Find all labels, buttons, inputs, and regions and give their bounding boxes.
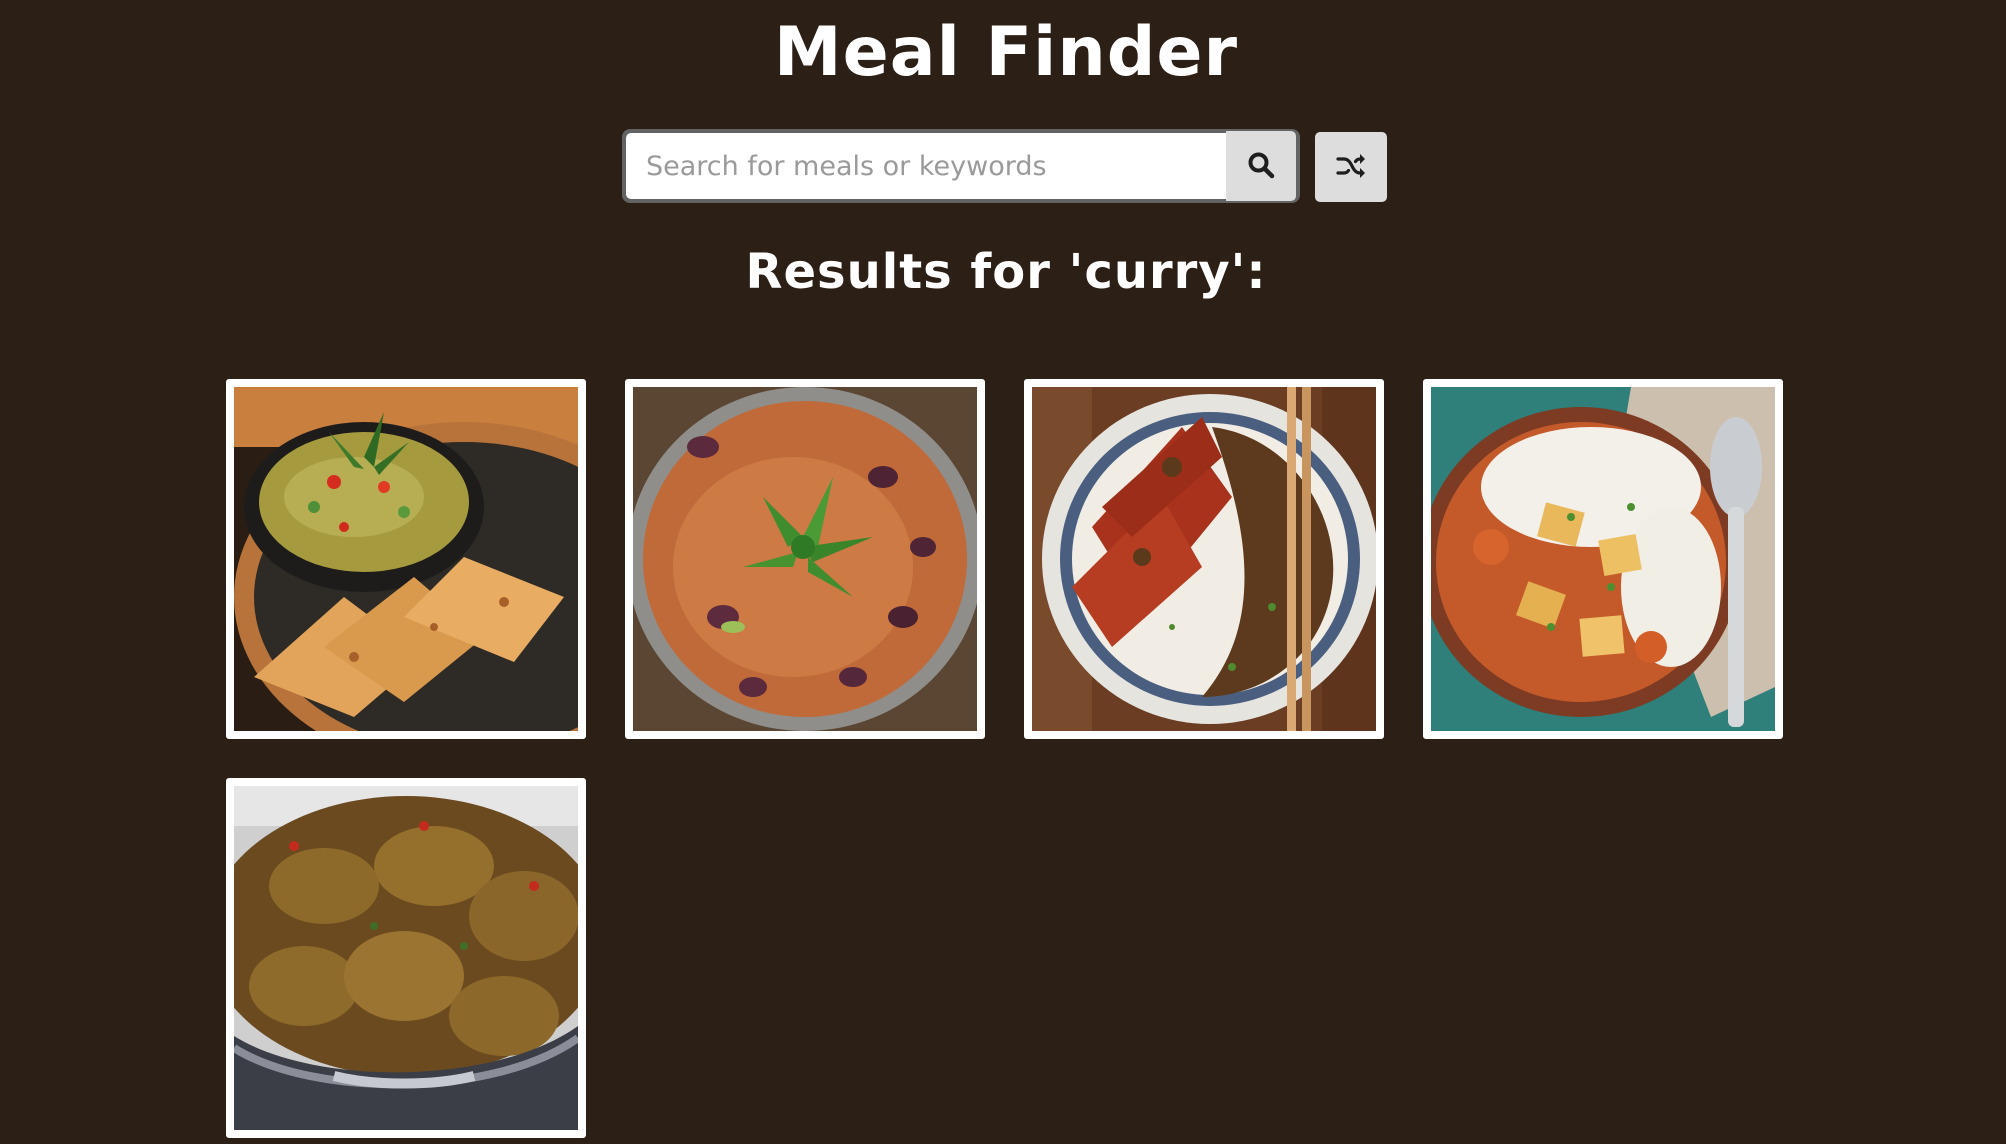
meal-card[interactable] (1423, 379, 1783, 739)
random-meal-button[interactable] (1315, 132, 1387, 202)
shuffle-icon (1336, 153, 1366, 182)
meal-card[interactable] (226, 379, 586, 739)
search-icon (1247, 151, 1275, 182)
meal-card[interactable] (1024, 379, 1384, 739)
search-button[interactable] (1226, 131, 1296, 201)
search-form (622, 129, 1300, 203)
meal-card[interactable] (226, 778, 586, 1138)
search-field-wrapper (622, 129, 1300, 203)
meal-image (1431, 387, 1775, 731)
meal-finder-page: Meal Finder Resul (0, 0, 2006, 1144)
results-heading: Results for 'curry': (745, 244, 1267, 300)
meal-card[interactable] (625, 379, 985, 739)
meal-image (234, 786, 578, 1130)
search-input[interactable] (626, 133, 1226, 199)
meal-image (234, 387, 578, 731)
meal-image (1032, 387, 1376, 731)
page-title: Meal Finder (773, 13, 1239, 92)
meal-image (633, 387, 977, 731)
